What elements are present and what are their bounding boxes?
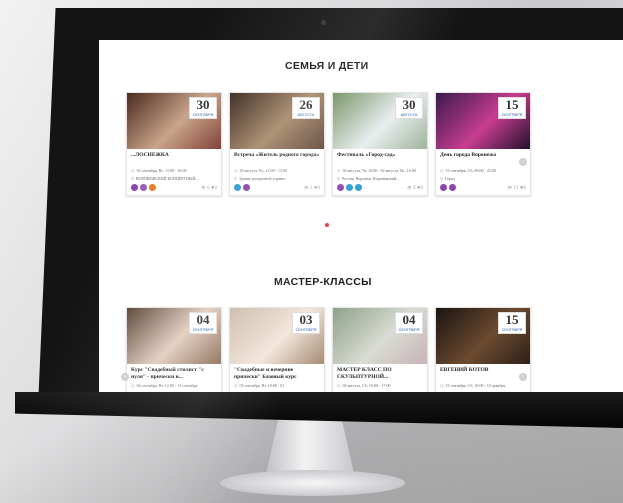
section-title-family: СЕМЬЯ И ДЕТИ	[285, 60, 369, 72]
clock-icon: ◷	[234, 168, 238, 173]
date-badge: 15 сентября	[498, 312, 526, 334]
date-month: сентября	[192, 328, 214, 332]
clock-icon: ◷	[440, 383, 444, 388]
category-tag-icon[interactable]	[234, 184, 241, 191]
date-day: 30	[402, 97, 416, 112]
event-time: ◷ 03 сентября, Вт, 10:00 - 01	[234, 383, 285, 388]
event-image[interactable]: 30 сентября	[127, 93, 221, 149]
location-pin-icon: ⚲	[131, 175, 134, 181]
category-tag-icon[interactable]	[346, 184, 353, 191]
event-title[interactable]: ...ЛОСНЕЖКА	[127, 149, 221, 166]
date-badge: 26 августа	[292, 97, 320, 119]
event-time: ◷ 15 сентября, Сб, 00:00 - 22:00	[440, 168, 496, 173]
event-card[interactable]: 04 сентября МАСТЕР КЛАСС ПО СКУЛЬПТУРНОЙ..…	[332, 307, 428, 392]
category-tag-icon[interactable]	[449, 184, 456, 191]
date-day: 15	[505, 97, 519, 112]
views-likes-count: 👁 0 ♥0	[200, 185, 217, 190]
date-month: августа	[297, 113, 315, 117]
card-footer: 👁 0 ♥0	[333, 181, 427, 195]
event-place: ⚲ Здание концертной управы	[234, 175, 285, 181]
clock-icon: ◷	[131, 168, 135, 173]
event-title[interactable]: "Свадебные и вечерние прически" Базовый …	[230, 364, 324, 381]
date-badge: 04 сентября	[189, 312, 217, 334]
event-image[interactable]: 04 сентября	[127, 308, 221, 364]
carousel-next-arrow[interactable]: ›	[519, 158, 527, 166]
webcam-icon	[321, 20, 326, 25]
date-day: 15	[505, 312, 519, 327]
date-day: 30	[196, 97, 210, 112]
event-place: ⚲ ВОРОНЕЖСКИЙ КОНЦЕРТНЫЙ...	[131, 175, 199, 181]
location-pin-icon: ⚲	[337, 175, 340, 181]
location-pin-icon: ⚲	[440, 175, 443, 181]
event-title[interactable]: Встреча «Житель родного города»	[230, 149, 324, 166]
views-likes-count: 👁 0 ♥0	[406, 185, 423, 190]
event-image[interactable]: 15 сентября	[436, 308, 530, 364]
clock-icon: ◷	[234, 383, 238, 388]
category-tag-icon[interactable]	[243, 184, 250, 191]
date-badge: 03 сентября	[292, 312, 320, 334]
date-month: сентября	[295, 328, 317, 332]
event-place: ⚲ Город	[440, 175, 455, 181]
views-likes-count: 👁 1 ♥0	[303, 185, 320, 190]
date-badge: 15 сентября	[498, 97, 526, 119]
carousel-pagination-dot[interactable]	[325, 223, 329, 227]
clock-icon: ◷	[337, 383, 341, 388]
card-footer: 👁 11 ♥0	[436, 181, 530, 195]
event-image[interactable]: 04 сентября	[333, 308, 427, 364]
event-card[interactable]: 15 сентября ЕВГЕНИЙ КОТОВ ◷ 15 сентября, Сб,…	[435, 307, 531, 392]
event-image[interactable]: 15 сентября	[436, 93, 530, 149]
category-tag-icon[interactable]	[140, 184, 147, 191]
date-day: 04	[196, 312, 210, 327]
event-time: ◷ 30 сентября, Вс, 11:00 - 16:00	[131, 168, 187, 173]
date-badge: 30 августа	[395, 97, 423, 119]
event-title[interactable]: Фестиваль «Город-сад»	[333, 149, 427, 166]
clock-icon: ◷	[440, 168, 444, 173]
clock-icon: ◷	[337, 168, 341, 173]
date-month: сентября	[192, 113, 214, 117]
date-day: 04	[402, 312, 416, 327]
date-day: 03	[299, 312, 313, 327]
date-month: сентября	[398, 328, 420, 332]
event-time: ◷ 30 августа, Чт, 10:00 - 02 августа, Вс,…	[337, 168, 416, 173]
card-footer: 👁 1 ♥0	[230, 181, 324, 195]
website-screen: СЕМЬЯ И ДЕТИ МАСТЕР-КЛАССЫ 30 сентября...…	[99, 40, 623, 392]
date-badge: 04 сентября	[395, 312, 423, 334]
date-month: сентября	[501, 113, 523, 117]
event-time: ◷ 26 августа, Вс, 12:00 - 13:00	[234, 168, 288, 173]
carousel-next-arrow-2[interactable]: ›	[519, 373, 527, 381]
event-image[interactable]: 26 августа	[230, 93, 324, 149]
event-card[interactable]: 15 сентября День города Воронежа ◷ 15 сентяб…	[435, 92, 531, 196]
category-tag-icon[interactable]	[337, 184, 344, 191]
category-tag-icon[interactable]	[355, 184, 362, 191]
carousel-prev-arrow[interactable]: ‹	[121, 373, 129, 381]
date-month: августа	[400, 113, 418, 117]
event-card[interactable]: 30 августа Фестиваль «Город-сад» ◷ 30 август…	[332, 92, 428, 196]
event-card[interactable]: 03 сентября "Свадебные и вечерние прически…	[229, 307, 325, 392]
location-pin-icon: ⚲	[234, 175, 237, 181]
event-place: ⚲ Россия, Воронеж, Воронежский...	[337, 175, 400, 181]
event-card[interactable]: 04 сентября Курс "Свадебный стилист "с нул…	[126, 307, 222, 392]
event-title[interactable]: Курс "Свадебный стилист "с нуля" - приче…	[127, 364, 221, 381]
event-time: ◷ 04 августа, Сб, 10:00 - 17:00	[337, 383, 391, 388]
clock-icon: ◷	[131, 383, 135, 388]
monitor-base	[220, 470, 405, 496]
date-month: сентября	[501, 328, 523, 332]
event-title[interactable]: ЕВГЕНИЙ КОТОВ	[436, 364, 530, 381]
event-image[interactable]: 03 сентября	[230, 308, 324, 364]
section-title-masterclasses: МАСТЕР-КЛАССЫ	[274, 276, 372, 288]
category-tag-icon[interactable]	[149, 184, 156, 191]
views-likes-count: 👁 11 ♥0	[507, 185, 526, 190]
category-tag-icon[interactable]	[440, 184, 447, 191]
event-time: ◷ 04 сентября, Вт, 12:00 - 13 сентября	[131, 383, 198, 388]
event-title[interactable]: День города Воронежа	[436, 149, 530, 166]
event-image[interactable]: 30 августа	[333, 93, 427, 149]
event-time: ◷ 15 сентября, Сб, 10:00 - 15 декабря	[440, 383, 506, 388]
event-card[interactable]: 26 августа Встреча «Житель родного города»…	[229, 92, 325, 196]
event-title[interactable]: МАСТЕР КЛАСС ПО СКУЛЬПТУРНОЙ...	[333, 364, 427, 381]
card-footer: 👁 0 ♥0	[127, 181, 221, 195]
date-badge: 30 сентября	[189, 97, 217, 119]
date-day: 26	[299, 97, 313, 112]
event-card[interactable]: 30 сентября ...ЛОСНЕЖКА ◷ 30 сентября, Вс, 1…	[126, 92, 222, 196]
category-tag-icon[interactable]	[131, 184, 138, 191]
